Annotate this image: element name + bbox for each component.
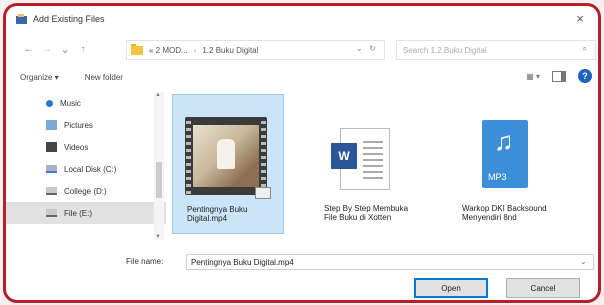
word-badge: W [331, 143, 357, 169]
file-name: Pentingnya Buku Digital.mp4 [187, 205, 248, 223]
up-arrow-icon[interactable]: ↑ [74, 44, 92, 55]
video-thumbnail [185, 117, 271, 199]
file-name: Warkop DKI Backsound Menyendiri 8nd [462, 204, 547, 222]
nav-item-file-e[interactable]: File (E:) [6, 202, 166, 224]
scroll-up-icon[interactable]: ▲ [155, 92, 161, 98]
pictures-icon [46, 120, 57, 130]
command-bar: Organize ▾ New folder ▦ ▾ ? [6, 66, 598, 88]
nav-item-pictures[interactable]: Pictures [6, 114, 166, 136]
window-title: Add Existing Files [33, 14, 105, 24]
forward-arrow-icon[interactable]: → [38, 43, 56, 55]
folder-icon [131, 43, 143, 55]
open-button[interactable]: Open [414, 278, 488, 298]
file-name-field[interactable] [186, 254, 594, 270]
back-arrow-icon[interactable]: ← [20, 43, 38, 55]
file-item[interactable]: W Step By Step Membuka File Buku di Xott… [310, 94, 420, 232]
drive-icon [46, 187, 57, 195]
search-input[interactable]: Search 1.2 Buku Digital ⌕ [396, 40, 596, 60]
view-options-icon[interactable]: ▦ ▾ [526, 72, 540, 81]
breadcrumb-separator: › [193, 45, 197, 55]
navigation-pane: Music Pictures Videos Local Disk (C:) Co… [6, 92, 166, 240]
close-icon[interactable]: × [576, 11, 584, 26]
add-existing-files-dialog: Add Existing Files × ← → ⌄ ↑ « 2 MOD... … [3, 3, 601, 303]
file-name: Step By Step Membuka File Buku di Xotten [324, 204, 409, 222]
search-placeholder: Search 1.2 Buku Digital [403, 45, 487, 55]
nav-item-videos[interactable]: Videos [6, 136, 166, 158]
music-note-icon: ♫ [494, 126, 514, 156]
address-bar: ← → ⌄ ↑ « 2 MOD... › 1.2 Buku Digital ⌄ … [6, 38, 598, 60]
nav-item-label: Videos [64, 142, 89, 152]
scrollbar-thumb[interactable] [156, 162, 162, 198]
file-list: Pentingnya Buku Digital.mp4 W Step By St… [170, 92, 598, 240]
file-name-row: File name: ⌄ [6, 252, 598, 274]
nav-pane-scrollbar[interactable]: ▲ ▼ [154, 92, 164, 240]
nav-item-local-disk-c[interactable]: Local Disk (C:) [6, 158, 166, 180]
breadcrumb[interactable]: « 2 MOD... › 1.2 Buku Digital ⌄ ↻ [126, 40, 385, 60]
file-item[interactable]: Pentingnya Buku Digital.mp4 [172, 94, 284, 234]
file-name-label: File name: [126, 257, 164, 266]
word-document-icon: W [331, 128, 390, 190]
videos-icon [46, 142, 57, 152]
drive-icon [46, 209, 57, 217]
music-icon [46, 99, 53, 107]
nav-item-college-d[interactable]: College (D:) [6, 180, 166, 202]
disk-icon [46, 165, 57, 173]
help-icon[interactable]: ? [578, 69, 592, 83]
new-folder-button[interactable]: New folder [85, 73, 123, 82]
refresh-icon[interactable]: ↻ [369, 44, 376, 53]
breadcrumb-item[interactable]: « 2 MOD... [149, 46, 188, 55]
search-icon[interactable]: ⌕ [583, 44, 587, 54]
scroll-down-icon[interactable]: ▼ [155, 234, 161, 240]
nav-item-label: File (E:) [64, 208, 92, 218]
recent-locations-icon[interactable]: ⌄ [56, 43, 74, 56]
preview-pane-icon[interactable] [552, 70, 566, 82]
app-icon [16, 13, 27, 25]
path-dropdown-icon[interactable]: ⌄ [356, 44, 363, 53]
video-file-icon [255, 187, 271, 199]
nav-item-label: Music [60, 98, 81, 108]
nav-item-music[interactable]: Music [6, 92, 166, 114]
nav-item-label: Pictures [64, 120, 93, 130]
nav-item-label: College (D:) [64, 186, 107, 196]
mp3-audio-icon: ♫ MP3 [482, 120, 528, 188]
mp3-label: MP3 [488, 172, 507, 182]
file-item[interactable]: ♫ MP3 Warkop DKI Backsound Menyendiri 8n… [448, 94, 558, 232]
organize-button[interactable]: Organize ▾ [20, 73, 59, 82]
nav-item-label: Local Disk (C:) [64, 164, 117, 174]
title-bar: Add Existing Files × [6, 6, 598, 32]
breadcrumb-item-current[interactable]: 1.2 Buku Digital [202, 46, 258, 55]
cancel-button[interactable]: Cancel [506, 278, 580, 298]
file-name-dropdown-icon[interactable]: ⌄ [580, 257, 587, 266]
